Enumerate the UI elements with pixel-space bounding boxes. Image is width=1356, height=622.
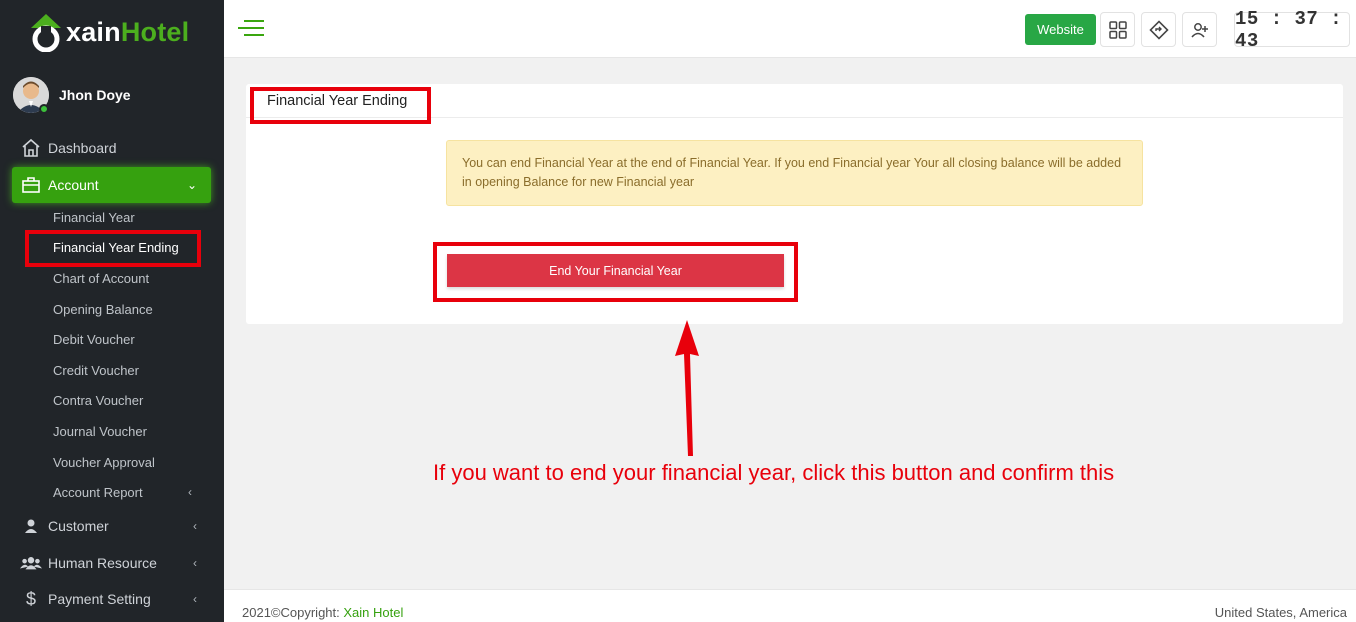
- highlight-box-button: [433, 242, 798, 302]
- highlight-box-title: [250, 87, 431, 124]
- chevron-down-icon: ⌄: [186, 178, 197, 192]
- sidebar-item-label: Customer: [48, 518, 109, 534]
- sidebar-subitem-debit-voucher[interactable]: Debit Voucher: [53, 332, 135, 347]
- sidebar: xainHotel Jhon Doye Dashboard Account ⌄: [0, 0, 224, 622]
- sidebar-subitem-label: Account Report: [53, 485, 143, 500]
- annotation-arrow-icon: [675, 320, 699, 456]
- user-name: Jhon Doye: [59, 87, 131, 103]
- menu-toggle-icon[interactable]: [238, 20, 264, 38]
- website-button[interactable]: Website: [1025, 14, 1096, 45]
- sidebar-item-label: Account: [48, 177, 99, 193]
- sidebar-subitem-credit-voucher[interactable]: Credit Voucher: [53, 363, 139, 378]
- chevron-left-icon: ‹: [193, 592, 197, 606]
- logo-text: xainHotel: [66, 16, 190, 47]
- users-icon: [20, 552, 42, 574]
- sidebar-subitem-voucher-approval[interactable]: Voucher Approval: [53, 455, 155, 470]
- footer: 2021©Copyright: Xain Hotel United States…: [224, 589, 1356, 622]
- sidebar-item-dashboard[interactable]: Dashboard: [12, 130, 211, 166]
- chevron-left-icon: ‹: [193, 556, 197, 570]
- info-alert: You can end Financial Year at the end of…: [446, 140, 1143, 206]
- topbar: Website 15 : 37 : 43: [224, 0, 1356, 58]
- directions-button[interactable]: [1141, 12, 1176, 47]
- logo-house-icon: [28, 12, 64, 53]
- sidebar-item-payment-setting[interactable]: $ Payment Setting ‹: [12, 581, 211, 617]
- diamond-direction-icon: [1148, 19, 1169, 40]
- add-user-icon: [1190, 22, 1208, 38]
- sidebar-subitem-opening-balance[interactable]: Opening Balance: [53, 302, 153, 317]
- annotation-text: If you want to end your financial year, …: [433, 460, 1115, 485]
- online-status-dot: [39, 104, 49, 114]
- chevron-left-icon: ‹: [193, 519, 197, 533]
- highlight-box-sidebar-item: [25, 230, 201, 267]
- apps-grid-button[interactable]: [1100, 12, 1135, 47]
- briefcase-icon: [20, 174, 42, 196]
- sidebar-item-customer[interactable]: Customer ‹: [12, 508, 211, 544]
- sidebar-subitem-account-report[interactable]: Account Report ‹: [53, 485, 192, 500]
- copyright-prefix: 2021©Copyright:: [242, 605, 344, 620]
- add-user-button[interactable]: [1182, 12, 1217, 47]
- chevron-left-icon: ‹: [188, 485, 192, 499]
- sidebar-item-account[interactable]: Account ⌄: [12, 167, 211, 203]
- sidebar-subitem-contra-voucher[interactable]: Contra Voucher: [53, 393, 143, 408]
- home-icon: [20, 137, 42, 159]
- sidebar-subitem-financial-year[interactable]: Financial Year: [53, 210, 135, 225]
- sidebar-item-label: Human Resource: [48, 555, 157, 571]
- sidebar-subitem-journal-voucher[interactable]: Journal Voucher: [53, 424, 147, 439]
- sidebar-item-human-resource[interactable]: Human Resource ‹: [12, 545, 211, 581]
- logo[interactable]: xainHotel: [28, 8, 189, 56]
- footer-copyright: 2021©Copyright: Xain Hotel: [242, 605, 403, 620]
- copyright-brand-link[interactable]: Xain Hotel: [343, 605, 403, 620]
- footer-locale: United States, America: [1214, 605, 1347, 620]
- grid-icon: [1108, 20, 1127, 39]
- user-profile[interactable]: Jhon Doye: [13, 77, 131, 114]
- sidebar-subitem-chart-of-account[interactable]: Chart of Account: [53, 271, 149, 286]
- sidebar-item-label: Dashboard: [48, 140, 117, 156]
- sidebar-item-label: Payment Setting: [48, 591, 151, 607]
- dollar-icon: $: [25, 588, 36, 609]
- clock-display: 15 : 37 : 43: [1234, 8, 1350, 52]
- user-icon: [20, 515, 42, 537]
